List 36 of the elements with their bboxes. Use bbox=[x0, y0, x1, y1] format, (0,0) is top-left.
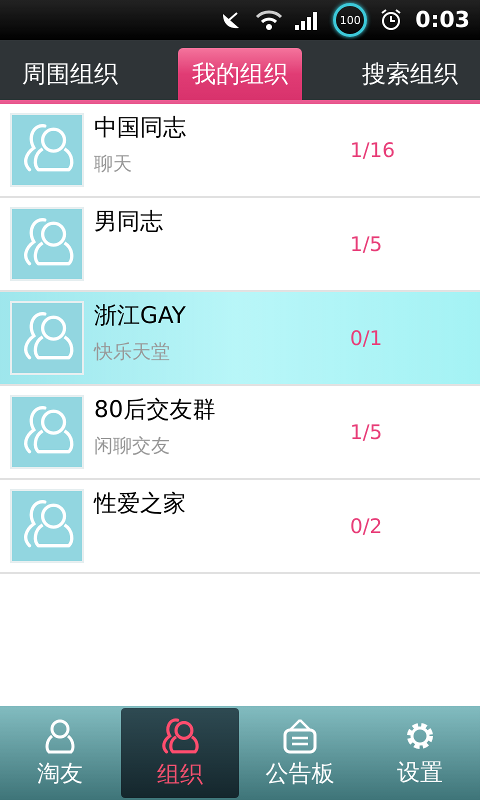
member-count: 1/5 bbox=[350, 420, 384, 444]
tab[interactable]: 周围组织 bbox=[8, 48, 132, 100]
group-avatar-icon bbox=[10, 489, 84, 563]
group-description: 快乐天堂 bbox=[94, 340, 171, 365]
nav-tab[interactable]: 公告板 bbox=[241, 708, 359, 798]
group-avatar-icon bbox=[10, 395, 84, 469]
member-count: 0/1 bbox=[350, 326, 384, 350]
tab[interactable]: 搜索组织 bbox=[348, 48, 472, 100]
group-description: 聊天 bbox=[94, 152, 133, 177]
group-name: 性爱之家 bbox=[94, 490, 187, 519]
group-name: 中国同志 bbox=[94, 114, 187, 143]
group-name: 80后交友群 bbox=[94, 396, 216, 425]
group-row[interactable]: 80后交友群 闲聊交友 1/5 bbox=[0, 386, 480, 480]
group-avatar-icon bbox=[10, 207, 84, 281]
member-count: 0/2 bbox=[350, 514, 384, 538]
battery-indicator: 100 bbox=[333, 3, 368, 37]
alarm-clock-icon bbox=[379, 8, 404, 32]
group-icon bbox=[160, 716, 200, 754]
group-row[interactable]: 中国同志 聊天 1/16 bbox=[0, 104, 480, 198]
member-count: 1/16 bbox=[350, 138, 396, 162]
clock-time: 0:03 bbox=[415, 8, 470, 32]
member-count: 1/5 bbox=[350, 232, 384, 256]
tab[interactable]: 我的组织 bbox=[178, 48, 302, 100]
group-row[interactable]: 性爱之家 0/2 bbox=[0, 480, 480, 574]
nav-tab[interactable]: 设置 bbox=[361, 708, 479, 798]
group-avatar-icon bbox=[10, 301, 84, 375]
wifi-icon bbox=[255, 9, 284, 31]
group-avatar-icon bbox=[10, 113, 84, 187]
nav-tab[interactable]: 淘友 bbox=[1, 708, 119, 798]
person-icon bbox=[43, 718, 77, 754]
nav-tab[interactable]: 组织 bbox=[121, 708, 239, 798]
group-name: 浙江GAY bbox=[94, 302, 187, 331]
signboard-icon bbox=[282, 718, 318, 754]
group-name: 男同志 bbox=[94, 208, 164, 237]
group-description: 闲聊交友 bbox=[94, 434, 171, 459]
group-row[interactable]: 浙江GAY 快乐天堂 0/1 bbox=[0, 292, 480, 386]
